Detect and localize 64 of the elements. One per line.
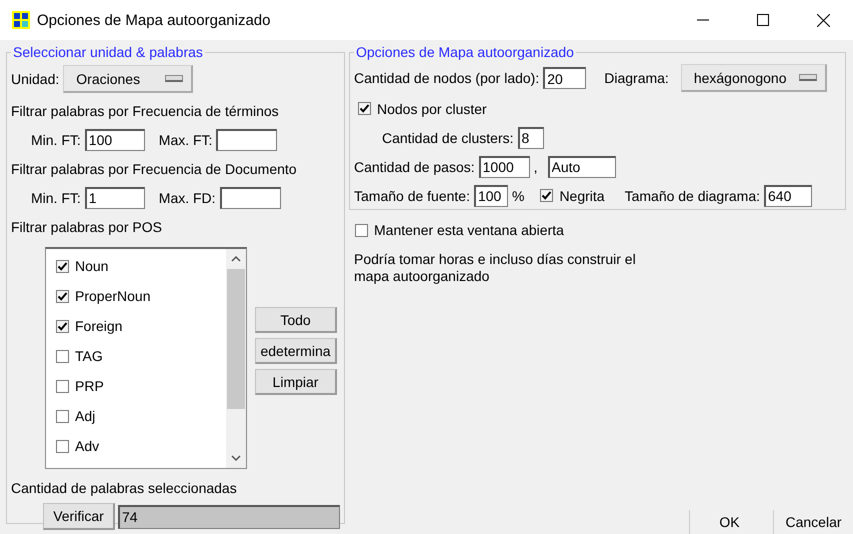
clusters-field[interactable]: 8 (518, 126, 544, 148)
unit-dropdown[interactable]: Oraciones (63, 65, 194, 93)
section-label: Filtrar palabras por Frecuencia de Documento (11, 160, 297, 176)
field-label: Unidad: (11, 71, 60, 87)
list-item: Foreign (75, 318, 122, 334)
min-field[interactable]: 1 (84, 186, 145, 208)
checkbox[interactable] (56, 260, 69, 272)
list-item: Adj (75, 408, 96, 424)
field-label: Cantidad de clusters: (382, 130, 514, 146)
diagram-dropdown[interactable]: hexágonogono (680, 64, 827, 92)
checkbox-label: Negrita (559, 188, 605, 204)
maximize-icon[interactable] (757, 14, 769, 26)
checkbox-label: Nodos por cluster (377, 100, 487, 116)
scrollbar-thumb[interactable] (227, 269, 245, 409)
font-size-field[interactable]: 100 (474, 184, 508, 206)
close-icon[interactable] (816, 14, 830, 26)
pos-button[interactable]: Todo (255, 307, 337, 333)
field-label: Cantidad de pasos: (354, 158, 475, 174)
window-title: Opciones de Mapa autoorganizado (37, 12, 272, 28)
list-item: ProperNoun (75, 288, 150, 304)
count-field[interactable]: 74 (118, 504, 340, 528)
field-label: Max. FT: (158, 132, 212, 148)
list-item: TAG (75, 348, 103, 364)
pos-button[interactable]: edetermina (255, 338, 337, 364)
dropdown-grip-icon (165, 75, 184, 82)
group-title: Seleccionar unidad & palabras (12, 44, 204, 60)
list-item: Adv (75, 438, 100, 454)
field-label: Min. FT: (31, 190, 81, 206)
note-text: Podría tomar horas e incluso días construir el mapa autoorganizado (354, 251, 637, 285)
field-label: Cantidad de nodos (por lado): (354, 70, 540, 86)
field-label: Tamaño de diagrama: (624, 188, 760, 204)
section-label: Cantidad de palabras seleccionadas (11, 480, 237, 496)
diagram-size-field[interactable]: 640 (764, 184, 812, 206)
steps-field[interactable]: Auto (548, 156, 616, 178)
min-field[interactable]: 100 (84, 128, 145, 150)
pos-button[interactable]: Limpiar (255, 369, 337, 395)
nodes-field[interactable]: 20 (543, 67, 586, 89)
checkbox[interactable] (355, 224, 368, 236)
checkbox[interactable] (56, 320, 69, 332)
section-label: Filtrar palabras por Frecuencia de términos (11, 102, 279, 118)
list-item: PRP (75, 378, 104, 394)
checkbox[interactable] (358, 102, 371, 115)
checkbox[interactable] (56, 290, 69, 302)
section-label: Filtrar palabras por POS (11, 218, 162, 234)
checkbox[interactable] (540, 189, 554, 202)
checkbox[interactable] (56, 440, 69, 452)
separator-text: , (534, 158, 538, 174)
steps-field[interactable]: 1000 (478, 156, 530, 178)
field-label: Min. FT: (31, 132, 81, 148)
dropdown-grip-icon (798, 74, 817, 81)
checkbox[interactable] (56, 410, 69, 422)
checkbox[interactable] (56, 350, 69, 362)
verify-button[interactable]: Verificar (43, 503, 115, 530)
field-label: Tamaño de fuente: (354, 188, 470, 204)
checkbox-label: Mantener esta ventana abierta (374, 222, 564, 238)
list-item: Noun (75, 258, 108, 274)
field-label: Max. FD: (158, 190, 216, 206)
group-title: Opciones de Mapa autoorganizado (355, 44, 575, 60)
app-icon (12, 11, 30, 29)
field-label: Diagrama: (604, 70, 669, 86)
max-field[interactable] (216, 128, 278, 150)
unit-text: % (512, 188, 524, 204)
checkbox[interactable] (56, 380, 69, 392)
max-field[interactable] (220, 186, 281, 208)
